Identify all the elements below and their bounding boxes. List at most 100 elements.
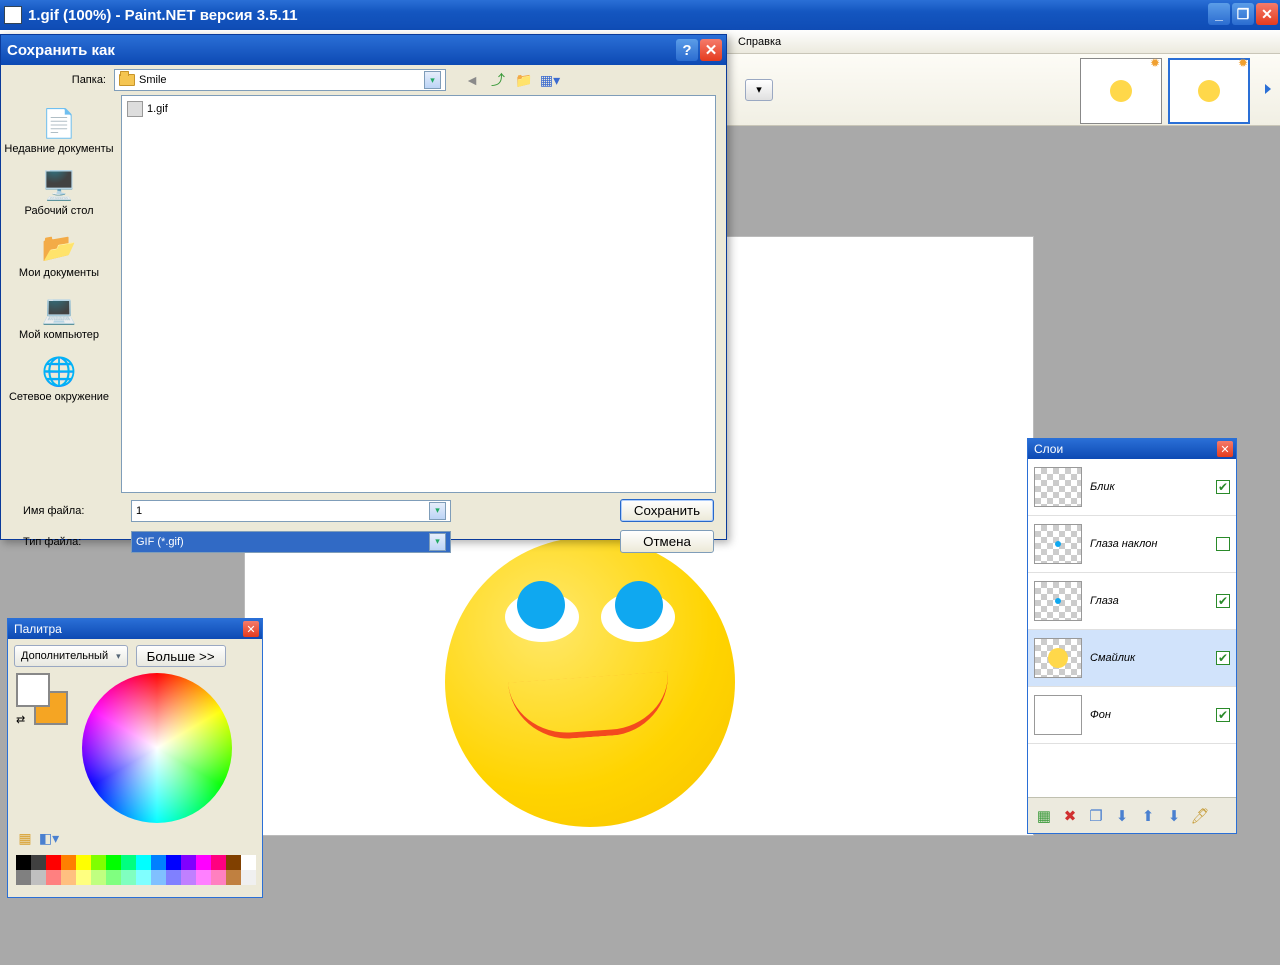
nav-back-icon[interactable]: ◄ [462, 70, 482, 90]
palette-swatch[interactable] [31, 855, 46, 870]
save-as-dialog: Сохранить как ? ✕ Папка: Smile ◄ ⤴ 📁 ▦▾ … [0, 34, 727, 540]
thumbnail-list-toggle[interactable] [1262, 82, 1276, 96]
place-recent-label: Недавние документы [4, 143, 113, 155]
palette-swatch[interactable] [31, 870, 46, 885]
chevron-down-icon[interactable] [429, 502, 446, 520]
cancel-button[interactable]: Отмена [620, 530, 714, 553]
save-button[interactable]: Сохранить [620, 499, 714, 522]
layer-delete-icon[interactable]: ✖ [1060, 806, 1080, 826]
palette-more-button[interactable]: Больше >> [136, 645, 226, 667]
filetype-combo[interactable]: GIF (*.gif) [131, 531, 451, 553]
palette-swatch-strip[interactable] [16, 855, 256, 885]
palette-swatch[interactable] [91, 870, 106, 885]
nav-viewmenu-icon[interactable]: ▦▾ [540, 70, 560, 90]
palette-swatch[interactable] [181, 855, 196, 870]
app-title: 1.gif (100%) - Paint.NET версия 3.5.11 [28, 7, 298, 24]
color-wheel[interactable] [82, 673, 232, 823]
palette-swatch[interactable] [166, 870, 181, 885]
folder-combo[interactable]: Smile [114, 69, 446, 91]
layer-add-icon[interactable]: ▦ [1034, 806, 1054, 826]
color-swatch-pair[interactable]: ⇄ [16, 673, 72, 729]
palette-swatch[interactable] [196, 855, 211, 870]
palette-swatch[interactable] [211, 870, 226, 885]
layer-move-up-icon[interactable]: ⬆ [1138, 806, 1158, 826]
dialog-close-button[interactable]: ✕ [700, 39, 722, 61]
palette-swatch[interactable] [166, 855, 181, 870]
layer-merge-down-icon[interactable]: ⬇ [1112, 806, 1132, 826]
close-button[interactable]: ✕ [1256, 3, 1278, 25]
layer-visibility-checkbox[interactable]: ✔ [1216, 480, 1230, 494]
layer-thumb [1034, 695, 1082, 735]
layer-row[interactable]: Смайлик✔ [1028, 630, 1236, 687]
palette-swatch[interactable] [211, 855, 226, 870]
dialog-help-button[interactable]: ? [676, 39, 698, 61]
filename-input[interactable]: 1 [131, 500, 451, 522]
file-list[interactable]: 1.gif [121, 95, 716, 493]
palette-swatch[interactable] [196, 870, 211, 885]
palette-swatch[interactable] [16, 855, 31, 870]
palette-swatch[interactable] [91, 855, 106, 870]
palette-add-icon[interactable]: ▦ [16, 829, 34, 847]
palette-mode-dropdown[interactable]: Дополнительный [14, 645, 128, 667]
menu-help[interactable]: Справка [730, 33, 789, 51]
palette-manage-icon[interactable]: ◧▾ [40, 829, 58, 847]
palette-swatch[interactable] [46, 870, 61, 885]
palette-swatch[interactable] [106, 870, 121, 885]
network-icon: 🌐 [41, 353, 77, 389]
layer-visibility-checkbox[interactable]: ✔ [1216, 537, 1230, 551]
layer-row[interactable]: Глаза✔ [1028, 573, 1236, 630]
palette-swatch[interactable] [76, 855, 91, 870]
palette-swatch[interactable] [61, 855, 76, 870]
palette-swatch[interactable] [61, 870, 76, 885]
chevron-down-icon[interactable] [424, 71, 441, 89]
palette-swatch[interactable] [241, 870, 256, 885]
palette-close-button[interactable]: ✕ [243, 621, 259, 637]
layer-visibility-checkbox[interactable]: ✔ [1216, 651, 1230, 665]
palette-swatch[interactable] [46, 855, 61, 870]
layer-duplicate-icon[interactable]: ❐ [1086, 806, 1106, 826]
place-network[interactable]: 🌐 Сетевое окружение [3, 353, 115, 403]
filename-label: Имя файла: [13, 505, 131, 517]
palette-swatch[interactable] [241, 855, 256, 870]
layers-close-button[interactable]: ✕ [1217, 441, 1233, 457]
nav-up-icon[interactable]: ⤴ [488, 70, 508, 90]
palette-swatch[interactable] [76, 870, 91, 885]
minimize-button[interactable]: _ [1208, 3, 1230, 25]
swap-colors-icon[interactable]: ⇄ [16, 713, 25, 726]
maximize-button[interactable]: ❐ [1232, 3, 1254, 25]
primary-color-swatch[interactable] [16, 673, 50, 707]
palette-swatch[interactable] [226, 855, 241, 870]
layer-properties-icon[interactable]: 🖊 [1190, 806, 1210, 826]
file-item[interactable]: 1.gif [126, 100, 711, 118]
chevron-down-icon[interactable] [429, 533, 446, 551]
palette-swatch[interactable] [226, 870, 241, 885]
layer-row[interactable]: Блик✔ [1028, 459, 1236, 516]
mydocs-icon: 📂 [41, 229, 77, 265]
palette-swatch[interactable] [136, 870, 151, 885]
layer-visibility-checkbox[interactable]: ✔ [1216, 708, 1230, 722]
place-desktop[interactable]: 🖥️ Рабочий стол [3, 167, 115, 217]
nav-newfolder-icon[interactable]: 📁 [514, 70, 534, 90]
layer-row[interactable]: Фон✔ [1028, 687, 1236, 744]
folder-label: Папка: [11, 74, 106, 86]
palette-swatch[interactable] [151, 855, 166, 870]
palette-swatch[interactable] [151, 870, 166, 885]
palette-swatch[interactable] [121, 855, 136, 870]
place-mydocs[interactable]: 📂 Мои документы [3, 229, 115, 279]
palette-swatch[interactable] [16, 870, 31, 885]
layer-visibility-checkbox[interactable]: ✔ [1216, 594, 1230, 608]
palette-swatch[interactable] [136, 855, 151, 870]
canvas-smiley-graphic [445, 537, 735, 827]
palette-swatch[interactable] [181, 870, 196, 885]
palette-swatch[interactable] [121, 870, 136, 885]
layer-row[interactable]: Глаза наклон✔ [1028, 516, 1236, 573]
place-recent[interactable]: 📄 Недавние документы [3, 105, 115, 155]
filetype-label: Тип файла: [13, 536, 131, 548]
place-mycomputer[interactable]: 💻 Мой компьютер [3, 291, 115, 341]
palette-titlebar[interactable]: Палитра ✕ [8, 619, 262, 639]
layer-move-down-icon[interactable]: ⬇ [1164, 806, 1184, 826]
layer-thumb [1034, 581, 1082, 621]
layers-titlebar[interactable]: Слои ✕ [1028, 439, 1236, 459]
toolbar-dropdown[interactable]: ▾ [745, 79, 773, 101]
palette-swatch[interactable] [106, 855, 121, 870]
